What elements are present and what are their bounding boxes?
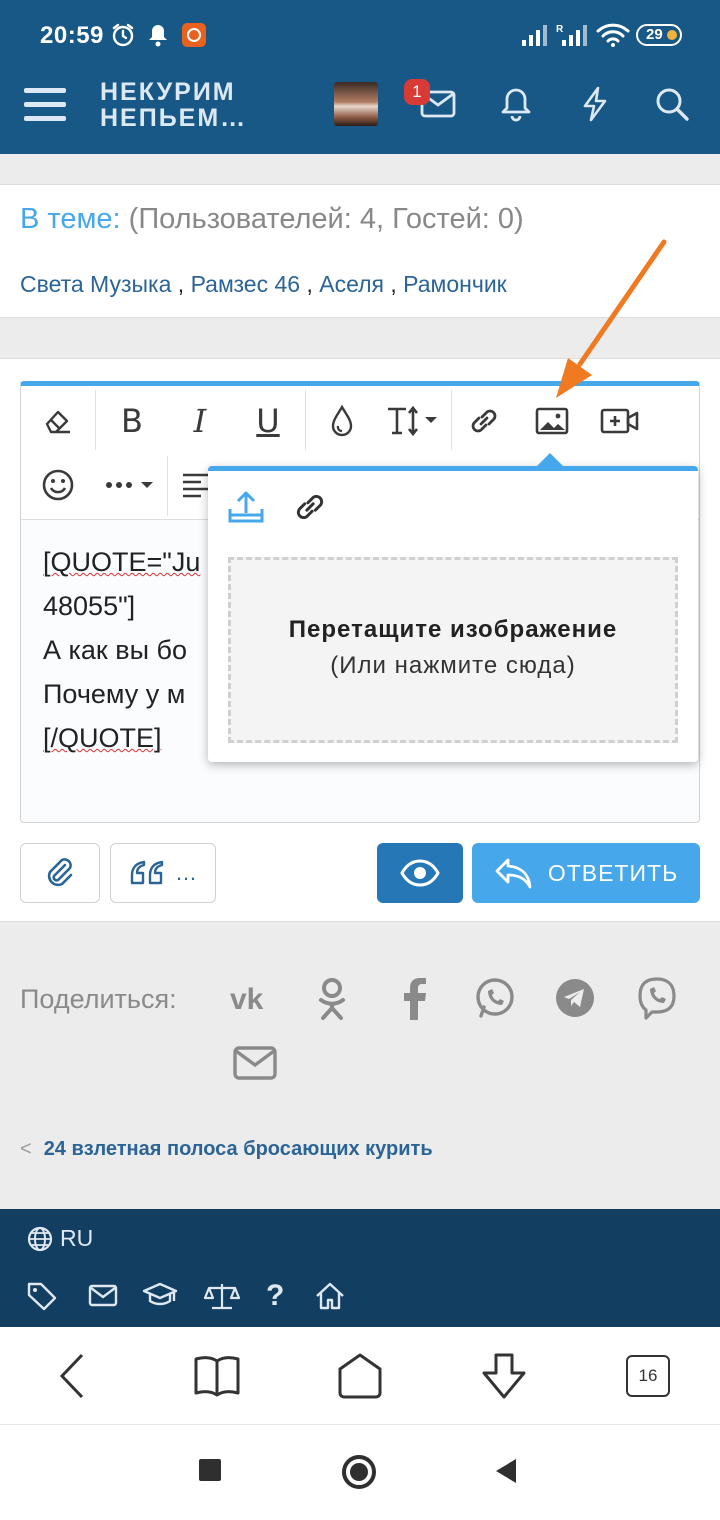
editor-line: 48055"] bbox=[43, 591, 136, 621]
quote-icon bbox=[129, 858, 165, 888]
paperclip-icon bbox=[43, 856, 77, 890]
viewer-link[interactable]: Рамончик bbox=[403, 271, 507, 297]
emoji-icon[interactable] bbox=[33, 460, 83, 510]
editor-line: [QUOTE="Ju bbox=[43, 547, 201, 577]
viewer-link[interactable]: Аселя bbox=[319, 271, 384, 297]
site-logo[interactable]: НЕКУРИМ НЕПЬЕМ… bbox=[100, 79, 247, 131]
italic-icon[interactable]: I bbox=[175, 396, 225, 446]
viewer-link[interactable]: Света Музыка bbox=[20, 271, 171, 297]
link-icon[interactable] bbox=[459, 396, 509, 446]
user-avatar[interactable] bbox=[334, 82, 378, 126]
drop-zone-subtitle: (Или нажмите сюда) bbox=[330, 652, 576, 679]
attach-files-button[interactable] bbox=[20, 843, 100, 903]
editor-line: А как вы бо bbox=[43, 635, 187, 665]
eraser-icon[interactable] bbox=[33, 396, 83, 446]
viewers-heading: В теме: (Пользователей: 4, Гостей: 0) bbox=[20, 203, 524, 236]
viewer-link[interactable]: Рамзес 46 bbox=[191, 271, 300, 297]
more-icon[interactable] bbox=[101, 460, 161, 510]
bold-icon[interactable]: B bbox=[107, 396, 157, 446]
site-footer: RU ? bbox=[0, 1209, 720, 1327]
image-icon[interactable] bbox=[527, 396, 577, 446]
language-selector[interactable]: RU bbox=[60, 1225, 93, 1252]
odnoklassniki-icon[interactable] bbox=[312, 976, 352, 1022]
whats-new-lightning-icon[interactable] bbox=[580, 86, 610, 122]
text-size-icon[interactable] bbox=[383, 396, 443, 446]
app-notification-icon bbox=[181, 22, 207, 48]
status-time: 20:59 bbox=[40, 22, 104, 49]
home-circle-icon[interactable] bbox=[342, 1455, 376, 1489]
quote-more-label: … bbox=[175, 860, 197, 885]
signal-icon bbox=[520, 22, 550, 48]
preview-button[interactable] bbox=[377, 843, 463, 903]
share-label: Поделиться: bbox=[20, 984, 177, 1014]
help-question-icon[interactable]: ? bbox=[266, 1279, 284, 1313]
system-navigation-bar bbox=[0, 1425, 720, 1520]
viewers-list: Света Музыка , Рамзес 46 , Аселя , Рамон… bbox=[20, 271, 507, 298]
notification-bell-icon bbox=[146, 22, 170, 48]
unread-badge: 1 bbox=[404, 79, 430, 105]
status-bar: 20:59 R 29 bbox=[0, 0, 720, 70]
viewer-separator: , bbox=[300, 271, 320, 297]
facebook-icon[interactable] bbox=[394, 976, 434, 1022]
battery-level: 29 bbox=[646, 26, 663, 43]
parent-thread-link[interactable]: <24 взлетная полоса бросающих курить bbox=[20, 1138, 433, 1161]
underline-icon[interactable]: U bbox=[243, 396, 293, 446]
image-drop-zone[interactable]: Перетащите изображение (Или нажмите сюда… bbox=[228, 557, 678, 743]
insert-quotes-button[interactable]: … bbox=[110, 843, 216, 903]
download-icon[interactable] bbox=[478, 1351, 530, 1401]
system-back-icon[interactable] bbox=[496, 1459, 516, 1483]
whatsapp-icon[interactable] bbox=[474, 976, 516, 1020]
viber-icon[interactable] bbox=[636, 976, 678, 1022]
browser-toolbar: 16 bbox=[0, 1327, 720, 1425]
recents-icon[interactable] bbox=[199, 1459, 221, 1481]
drop-zone-title: Перетащите изображение bbox=[288, 616, 618, 643]
contact-envelope-icon[interactable] bbox=[88, 1281, 118, 1309]
svg-text:R: R bbox=[556, 24, 564, 35]
home-tab-icon[interactable] bbox=[334, 1351, 386, 1401]
scales-icon[interactable] bbox=[204, 1281, 240, 1311]
telegram-icon[interactable] bbox=[554, 976, 596, 1020]
tags-icon[interactable] bbox=[26, 1281, 62, 1311]
editor-content[interactable]: [QUOTE="Ju 48055"] А как вы бо Почему у м [/… bbox=[43, 540, 200, 760]
logo-line-2: НЕПЬЕМ… bbox=[100, 104, 248, 132]
tabs-counter-button[interactable]: 16 bbox=[626, 1355, 670, 1397]
logo-line-1: НЕКУРИМ bbox=[100, 78, 236, 106]
chevron-left-icon: < bbox=[20, 1138, 32, 1160]
color-drop-icon[interactable] bbox=[317, 396, 367, 446]
reply-arrow-icon bbox=[494, 856, 534, 890]
globe-icon bbox=[26, 1225, 54, 1253]
eye-icon bbox=[400, 859, 440, 887]
viewers-counts: (Пользователей: 4, Гостей: 0) bbox=[128, 203, 524, 235]
search-icon[interactable] bbox=[654, 86, 690, 122]
bookmarks-book-icon[interactable] bbox=[192, 1351, 242, 1401]
thread-viewers-block: В теме: (Пользователей: 4, Гостей: 0) Св… bbox=[0, 184, 720, 318]
viewer-separator: , bbox=[171, 271, 191, 297]
home-icon[interactable] bbox=[314, 1281, 346, 1311]
editor-line: Почему у м bbox=[43, 679, 186, 709]
parent-thread-title: 24 взлетная полоса бросающих курить bbox=[43, 1138, 433, 1160]
svg-text:vk: vk bbox=[230, 983, 264, 1016]
upload-icon[interactable] bbox=[226, 489, 266, 525]
signal-roaming-icon: R bbox=[556, 22, 588, 48]
reply-label: ОТВЕТИТЬ bbox=[547, 859, 679, 886]
wifi-icon bbox=[596, 22, 630, 48]
hamburger-menu-icon[interactable] bbox=[22, 84, 68, 126]
site-header: НЕКУРИМ НЕПЬЕМ… 1 bbox=[0, 70, 720, 154]
graduation-cap-icon[interactable] bbox=[142, 1281, 178, 1309]
alarm-icon bbox=[110, 22, 136, 48]
battery-icon: 29 bbox=[636, 24, 682, 46]
viewer-separator: , bbox=[384, 271, 404, 297]
viewers-label: В теме: bbox=[20, 203, 121, 235]
post-reply-button[interactable]: ОТВЕТИТЬ bbox=[472, 843, 700, 903]
insert-image-popup: Перетащите изображение (Или нажмите сюда… bbox=[208, 453, 698, 762]
back-icon[interactable] bbox=[52, 1351, 92, 1401]
email-icon[interactable] bbox=[232, 1044, 278, 1082]
image-by-url-link-icon[interactable] bbox=[292, 489, 328, 525]
video-icon[interactable] bbox=[595, 396, 645, 446]
alerts-bell-icon[interactable] bbox=[500, 86, 532, 122]
vk-icon[interactable]: vk bbox=[228, 976, 274, 1020]
editor-line: [/QUOTE] bbox=[43, 723, 162, 753]
